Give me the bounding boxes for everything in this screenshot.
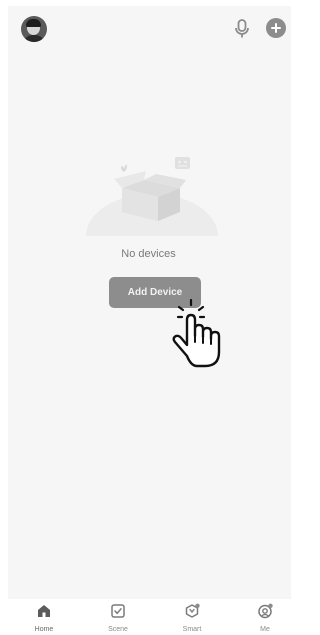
tab-label: Home (34, 626, 54, 633)
avatar-hair (26, 19, 41, 27)
tab-label: Me (260, 626, 270, 633)
empty-state-text: No devices (121, 248, 176, 260)
empty-box-illustration (82, 157, 222, 240)
avatar[interactable] (21, 16, 47, 42)
tap-hand-icon (172, 298, 221, 368)
tab-smart[interactable]: Smart (167, 603, 217, 635)
tab-label: Scene (108, 626, 128, 633)
tab-me[interactable]: Me (240, 603, 290, 635)
avatar-shoulders (23, 35, 45, 42)
tab-label: Smart (182, 626, 202, 633)
bottom-tab-bar: Home Scene Smart Me (0, 599, 297, 635)
smart-icon (185, 603, 200, 618)
home-icon (38, 605, 50, 617)
add-device-icon[interactable] (266, 18, 286, 38)
checkbox-icon (111, 604, 125, 618)
tab-home[interactable]: Home (19, 603, 69, 635)
microphone-icon[interactable] (232, 18, 252, 40)
profile-icon (258, 603, 273, 619)
tab-scene[interactable]: Scene (93, 603, 143, 635)
